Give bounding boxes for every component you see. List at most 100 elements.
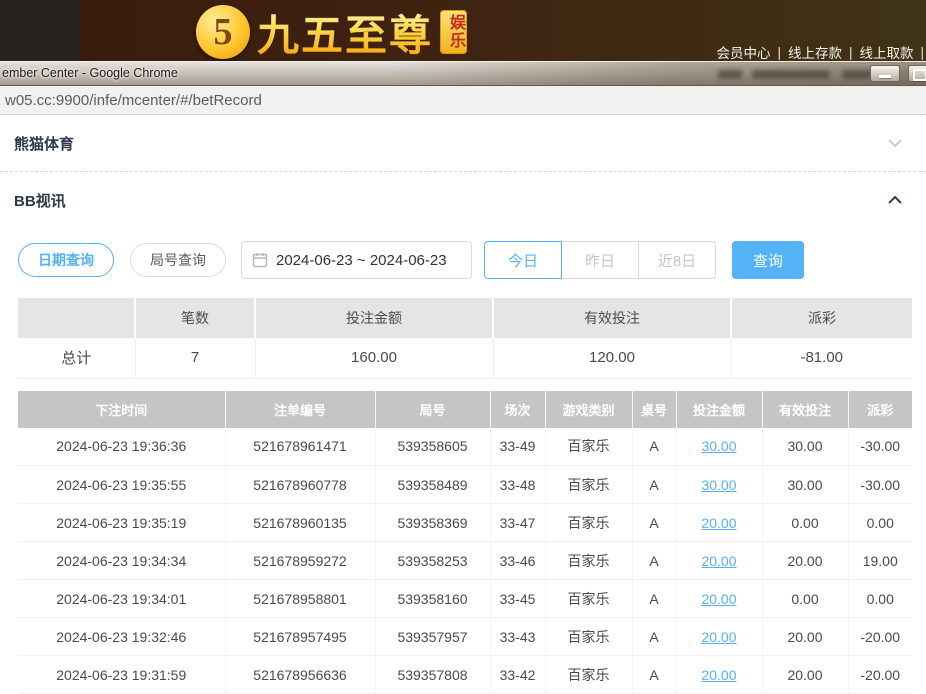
round-query-tab[interactable]: 局号查询 xyxy=(130,243,226,277)
window-title: ember Center - Google Chrome xyxy=(2,66,178,80)
table-row: 2024-06-23 19:35:19521678960135539358369… xyxy=(18,504,912,542)
section-title: 熊猫体育 xyxy=(14,133,74,154)
summary-column-header: 派彩 xyxy=(731,298,912,338)
maximize-button[interactable] xyxy=(908,65,926,82)
cell-bet-time: 2024-06-23 19:31:59 xyxy=(18,656,225,694)
bet-amount-link[interactable]: 20.00 xyxy=(701,667,736,683)
header-dark-panel xyxy=(0,0,80,62)
date-query-tab[interactable]: 日期查询 xyxy=(18,243,114,277)
logo-brand-text: 九五至尊 xyxy=(257,2,433,63)
redacted-account-info xyxy=(718,70,742,79)
column-header: 桌号 xyxy=(632,391,676,428)
browser-titlebar: ember Center - Google Chrome xyxy=(0,61,926,86)
logo-coin-icon: 5 xyxy=(196,5,250,59)
nav-link[interactable]: 会员中心 xyxy=(709,42,777,62)
cell-table-no: A xyxy=(632,504,676,542)
calendar-icon xyxy=(252,252,268,268)
cell-round-id: 539358160 xyxy=(375,580,490,618)
summary-data-row: 总计7160.00120.00-81.00 xyxy=(18,338,912,378)
nav-link[interactable]: 线上存款 xyxy=(781,42,849,62)
cell-valid-bet: 20.00 xyxy=(762,542,848,580)
column-header: 派彩 xyxy=(848,391,912,428)
cell-bet-amount: 20.00 xyxy=(676,656,762,694)
cell-bet-time: 2024-06-23 19:35:19 xyxy=(18,504,225,542)
cell-session: 33-47 xyxy=(490,504,545,542)
bet-amount-link[interactable]: 20.00 xyxy=(701,515,736,531)
cell-game-type: 百家乐 xyxy=(545,542,632,580)
cell-valid-bet: 30.00 xyxy=(762,428,848,466)
nav-link[interactable]: 线上取款 xyxy=(852,42,920,62)
date-range-input[interactable]: 2024-06-23 ~ 2024-06-23 xyxy=(241,241,472,279)
table-row: 2024-06-23 19:32:46521678957495539357957… xyxy=(18,618,912,656)
quick-range-button[interactable]: 昨日 xyxy=(561,241,639,279)
cell-table-no: A xyxy=(632,580,676,618)
cell-session: 33-48 xyxy=(490,466,545,504)
cell-session: 33-42 xyxy=(490,656,545,694)
summary-column-header: 有效投注 xyxy=(493,298,731,338)
cell-payout: 19.00 xyxy=(848,542,912,580)
summary-header-row: 笔数投注金额有效投注派彩 xyxy=(18,298,912,338)
bet-table-body: 2024-06-23 19:36:36521678961471539358605… xyxy=(18,428,912,694)
cell-game-type: 百家乐 xyxy=(545,618,632,656)
cell-table-no: A xyxy=(632,656,676,694)
column-header: 注单编号 xyxy=(225,391,375,428)
cell-valid-bet: 0.00 xyxy=(762,504,848,542)
column-header: 投注金额 xyxy=(676,391,762,428)
cell-game-type: 百家乐 xyxy=(545,428,632,466)
summary-cell: 总计 xyxy=(18,338,135,378)
column-header: 游戏类别 xyxy=(545,391,632,428)
cell-round-id: 539357957 xyxy=(375,618,490,656)
column-header: 局号 xyxy=(375,391,490,428)
logo-entertainment-badge: 娱乐 xyxy=(440,10,467,54)
cell-game-type: 百家乐 xyxy=(545,656,632,694)
quick-range-group: 今日昨日近8日 xyxy=(484,241,716,279)
cell-table-no: A xyxy=(632,466,676,504)
column-header: 场次 xyxy=(490,391,545,428)
cell-game-type: 百家乐 xyxy=(545,466,632,504)
bet-amount-link[interactable]: 20.00 xyxy=(701,591,736,607)
summary-cell: -81.00 xyxy=(731,338,912,378)
summary-column-header: 投注金额 xyxy=(255,298,493,338)
column-header: 下注时间 xyxy=(18,391,225,428)
cell-game-type: 百家乐 xyxy=(545,504,632,542)
redacted-account-info xyxy=(842,70,872,79)
bet-record-content: 熊猫体育 BB视讯 日期查询 局号查询 2024-06-23 ~ 2024 xyxy=(0,115,926,694)
section-bb-video[interactable]: BB视讯 xyxy=(0,172,926,228)
cell-payout: 0.00 xyxy=(848,504,912,542)
bet-amount-link[interactable]: 30.00 xyxy=(701,477,736,493)
cell-table-no: A xyxy=(632,428,676,466)
minimize-button[interactable] xyxy=(870,65,900,82)
section-panda-sports[interactable]: 熊猫体育 xyxy=(0,115,926,172)
cell-round-id: 539357808 xyxy=(375,656,490,694)
bet-amount-link[interactable]: 30.00 xyxy=(701,438,736,454)
date-range-value: 2024-06-23 ~ 2024-06-23 xyxy=(276,252,447,269)
browser-url-bar[interactable]: w05.cc:9900/infe/mcenter/#/betRecord xyxy=(0,86,926,115)
chevron-down-icon xyxy=(886,134,904,152)
search-button[interactable]: 查询 xyxy=(732,241,804,279)
table-row: 2024-06-23 19:36:36521678961471539358605… xyxy=(18,428,912,466)
section-title: BB视讯 xyxy=(14,190,66,211)
bet-amount-link[interactable]: 20.00 xyxy=(701,629,736,645)
cell-bet-amount: 30.00 xyxy=(676,466,762,504)
summary-cell: 160.00 xyxy=(255,338,493,378)
nav-separator: | xyxy=(920,45,924,60)
cell-valid-bet: 20.00 xyxy=(762,656,848,694)
quick-range-button[interactable]: 近8日 xyxy=(638,241,716,279)
quick-range-button[interactable]: 今日 xyxy=(484,241,562,279)
table-row: 2024-06-23 19:34:01521678958801539358160… xyxy=(18,580,912,618)
cell-bet-time: 2024-06-23 19:32:46 xyxy=(18,618,225,656)
bet-amount-link[interactable]: 20.00 xyxy=(701,553,736,569)
cell-bet-time: 2024-06-23 19:35:55 xyxy=(18,466,225,504)
cell-bet-time: 2024-06-23 19:34:01 xyxy=(18,580,225,618)
cell-table-no: A xyxy=(632,542,676,580)
cell-bet-id: 521678961471 xyxy=(225,428,375,466)
summary-cell: 7 xyxy=(135,338,255,378)
cell-bet-id: 521678956636 xyxy=(225,656,375,694)
cell-bet-time: 2024-06-23 19:34:34 xyxy=(18,542,225,580)
cell-round-id: 539358253 xyxy=(375,542,490,580)
cell-payout: 0.00 xyxy=(848,580,912,618)
url-text: w05.cc:9900/infe/mcenter/#/betRecord xyxy=(5,92,262,109)
cell-payout: -20.00 xyxy=(848,656,912,694)
chevron-up-icon xyxy=(886,191,904,209)
cell-payout: -30.00 xyxy=(848,428,912,466)
